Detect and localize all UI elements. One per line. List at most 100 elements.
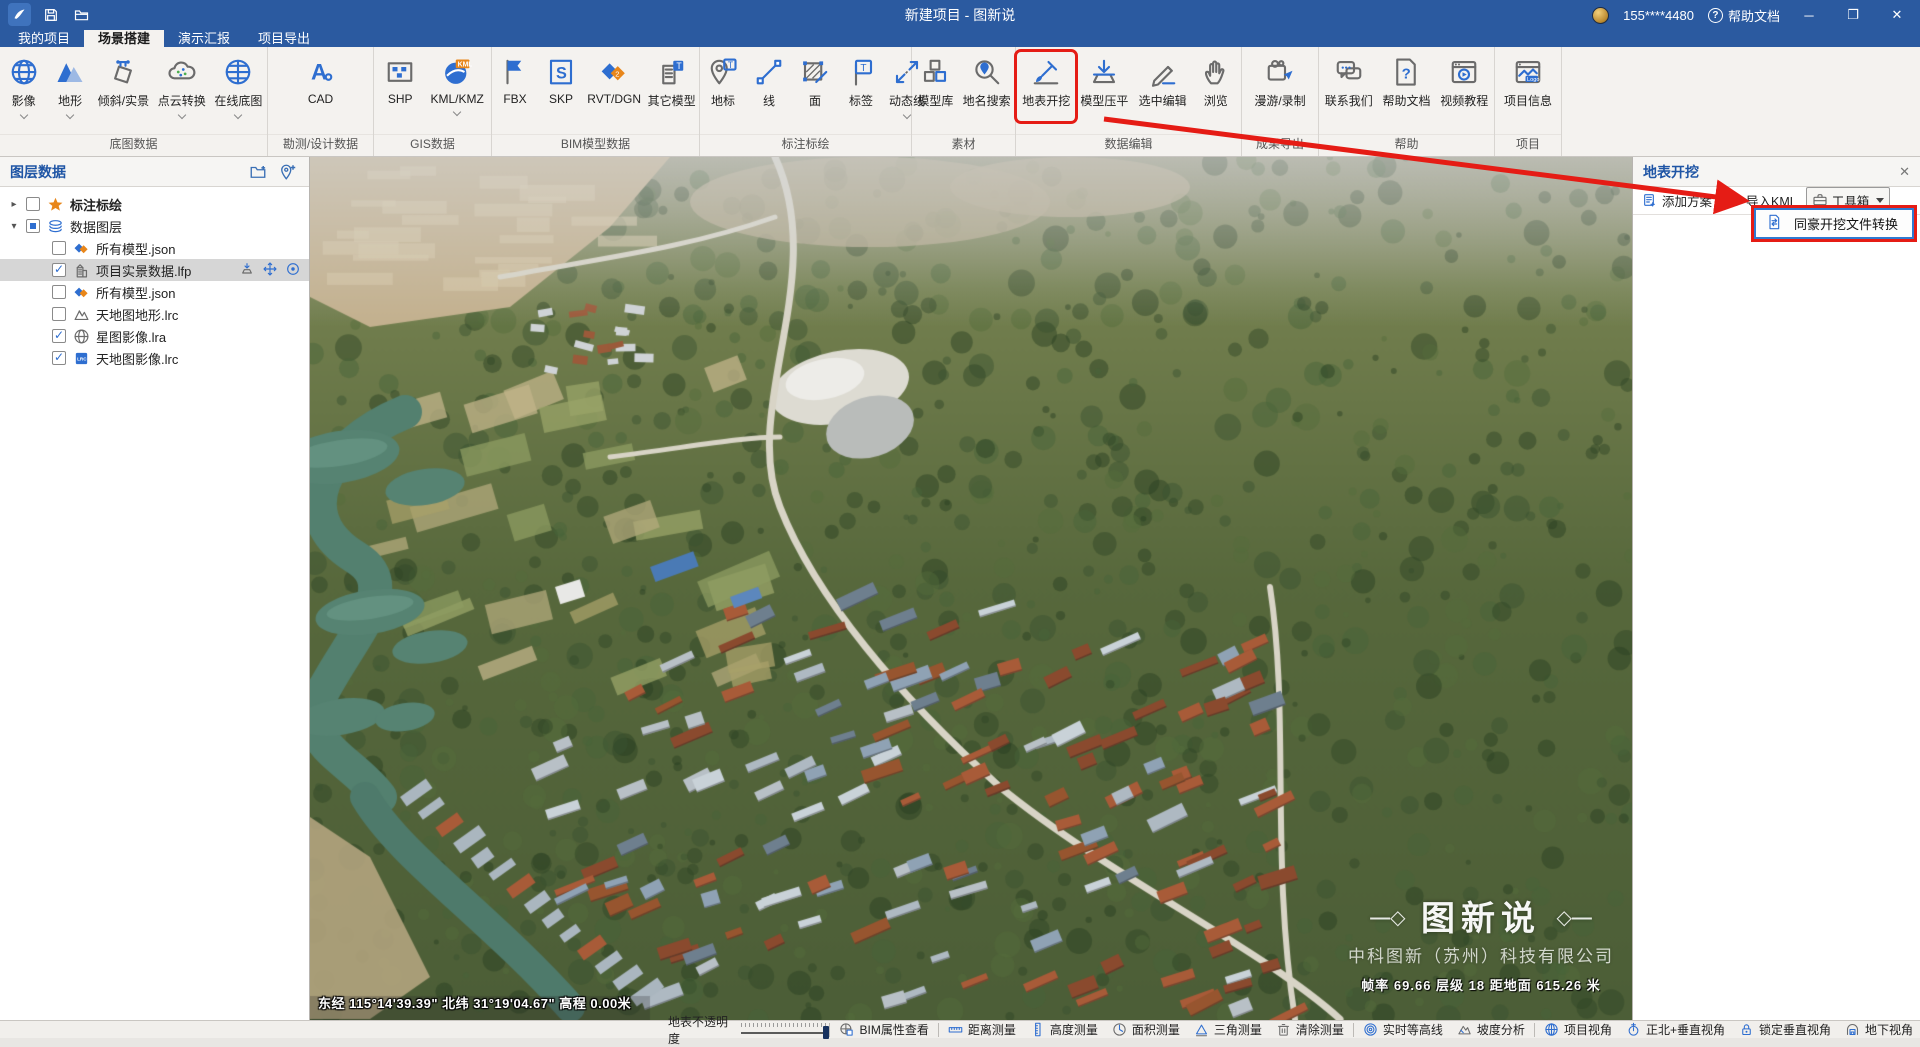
ribbon-button-RVT/DGN[interactable]: 2RVT/DGN — [584, 53, 644, 117]
layer-row-所有模型.json[interactable]: 所有模型.json — [0, 237, 309, 259]
expander-collapsed-icon[interactable]: ▸ — [8, 199, 20, 210]
ribbon-button-模型库[interactable]: 模型库 — [912, 53, 958, 120]
ribbon-group-items: 影像地形倾斜/实景点云转换在线底图 — [0, 47, 267, 134]
layer-row-标注标绘[interactable]: ▸标注标绘 — [0, 193, 309, 215]
ribbon-button-浏览[interactable]: 浏览 — [1193, 53, 1239, 120]
excavation-panel: 地表开挖 ✕ 添加方案导入KML工具箱 同豪开挖文件转换 — [1632, 157, 1920, 1020]
ribbon-button-label: SKP — [549, 92, 573, 106]
tab-场景搭建[interactable]: 场景搭建 — [84, 30, 164, 47]
status-button-坡度分析[interactable]: 坡度分析 — [1450, 1021, 1532, 1038]
ribbon-button-模型压平[interactable]: 模型压平 — [1076, 53, 1132, 120]
ribbon-button-面[interactable]: 面 — [792, 53, 838, 120]
ribbon-button-影像[interactable]: 影像 — [1, 53, 47, 120]
move-icon[interactable] — [262, 261, 278, 277]
panel-close-icon[interactable]: ✕ — [1899, 164, 1910, 180]
ribbon-button-地标[interactable]: T地标 — [700, 53, 746, 120]
excavation-panel-title: 地表开挖 — [1643, 162, 1899, 182]
ribbon-button-KML/KMZ[interactable]: KMLKML/KMZ — [426, 53, 487, 117]
ribbon-button-视频教程[interactable]: 视频教程 — [1436, 53, 1492, 120]
status-button-锁定垂直视角[interactable]: 锁定垂直视角 — [1732, 1021, 1838, 1038]
ribbon-group-项目: Logo项目信息项目 — [1495, 47, 1562, 156]
add-marker-icon[interactable] — [277, 162, 299, 182]
layer-row-星图影像.lra[interactable]: 星图影像.lra — [0, 325, 309, 347]
ribbon-button-点云转换[interactable]: 点云转换 — [154, 53, 210, 120]
ribbon-button-其它模型[interactable]: T其它模型 — [644, 53, 699, 120]
status-button-地下视角[interactable]: 地下视角 — [1838, 1021, 1920, 1038]
ribbon-button-线[interactable]: 线 — [746, 53, 792, 120]
ribbon-button-帮助文档[interactable]: ?帮助文档 — [1378, 53, 1434, 120]
ribbon-group-label: 数据编辑 — [1016, 134, 1241, 156]
layer-checkbox[interactable] — [52, 307, 66, 321]
ribbon-button-FBX[interactable]: FBX — [492, 53, 538, 117]
status-button-BIM属性查看[interactable]: BIM属性查看 — [832, 1021, 935, 1038]
layer-checkbox[interactable] — [52, 329, 66, 343]
layer-checkbox[interactable] — [26, 197, 40, 211]
ribbon-button-地名搜索[interactable]: 地名搜索 — [959, 53, 1015, 120]
status-button-面积测量[interactable]: 面积测量 — [1105, 1021, 1187, 1038]
ribbon-button-在线底图[interactable]: 在线底图 — [210, 53, 266, 120]
status-button-三角测量[interactable]: 三角测量 — [1187, 1021, 1269, 1038]
layers-panel: 图层数据 ▸标注标绘▾数据图层所有模型.json项目实景数据.lfp所有模型.j… — [0, 157, 310, 1020]
flatten-icon[interactable] — [239, 261, 255, 277]
globe-icon — [7, 55, 41, 89]
svg-text:Logo: Logo — [1527, 77, 1539, 83]
layer-checkbox[interactable] — [52, 351, 66, 365]
map-viewport[interactable]: 东经 115°14'39.39" 北纬 31°19'04.67" 高程 0.00… — [310, 157, 1632, 1020]
hand-icon — [1199, 55, 1233, 89]
globe-gray-icon — [72, 327, 90, 345]
status-button-正北+垂直视角[interactable]: 正北+垂直视角 — [1619, 1021, 1732, 1038]
minimize-button[interactable]: ─ — [1794, 8, 1824, 23]
ribbon-button-CAD[interactable]: ACAD — [298, 53, 344, 117]
status-button-高度测量[interactable]: 高度测量 — [1023, 1021, 1105, 1038]
layer-checkbox[interactable] — [52, 285, 66, 299]
status-button-label: 面积测量 — [1132, 1021, 1180, 1038]
ribbon-button-漫游/录制[interactable]: 漫游/录制 — [1250, 53, 1309, 120]
ribbon-button-label: 帮助文档 — [1382, 92, 1430, 109]
ribbon-button-SKP[interactable]: SSKP — [538, 53, 584, 117]
tab-项目导出[interactable]: 项目导出 — [244, 30, 324, 47]
locate-icon[interactable] — [285, 261, 301, 277]
status-button-距离测量[interactable]: 距离测量 — [941, 1021, 1023, 1038]
ribbon-button-项目信息[interactable]: Logo项目信息 — [1500, 53, 1556, 120]
ribbon-button-联系我们[interactable]: 联系我们 — [1321, 53, 1377, 120]
ribbon-button-label: 线 — [763, 92, 775, 109]
tab-我的项目[interactable]: 我的项目 — [4, 30, 84, 47]
toolbar-button-添加方案[interactable]: 添加方案 — [1637, 188, 1717, 213]
status-button-项目视角[interactable]: 项目视角 — [1537, 1021, 1619, 1038]
status-button-label: 项目视角 — [1564, 1021, 1612, 1038]
help-doc-link[interactable]: ? 帮助文档 — [1708, 6, 1780, 25]
add-folder-icon[interactable] — [247, 162, 269, 182]
ribbon-group-label: 标注标绘 — [700, 134, 911, 156]
status-button-label: 高度测量 — [1050, 1021, 1098, 1038]
slider-handle[interactable] — [823, 1026, 829, 1039]
layer-row-项目实景数据.lfp[interactable]: 项目实景数据.lfp — [0, 259, 309, 281]
layer-row-天地图影像.lrc[interactable]: LRC天地图影像.lrc — [0, 347, 309, 369]
ribbon-button-倾斜/实景[interactable]: 倾斜/实景 — [94, 53, 153, 120]
expander-expanded-icon[interactable]: ▾ — [8, 221, 20, 232]
tilt-icon — [106, 55, 140, 89]
layer-row-天地图地形.lrc[interactable]: 天地图地形.lrc — [0, 303, 309, 325]
ribbon-button-地形[interactable]: 地形 — [47, 53, 93, 120]
triangle-icon — [1194, 1022, 1210, 1038]
tab-演示汇报[interactable]: 演示汇报 — [164, 30, 244, 47]
lock-view-icon — [1739, 1022, 1755, 1038]
surface-opacity-slider[interactable] — [741, 1023, 827, 1037]
maximize-button[interactable]: ❐ — [1838, 7, 1868, 23]
ribbon-button-SHP[interactable]: SHP — [377, 53, 423, 117]
status-button-清除测量[interactable]: 清除测量 — [1269, 1021, 1351, 1038]
toolbar-button-label: 添加方案 — [1662, 191, 1712, 210]
map-stats: 帧率 69.66 层级 18 距地面 615.26 米 — [1348, 975, 1614, 994]
ribbon-button-label: 联系我们 — [1325, 92, 1373, 109]
account-label[interactable]: 155****4480 — [1623, 8, 1694, 23]
layer-row-所有模型.json[interactable]: 所有模型.json — [0, 281, 309, 303]
menu-item-同豪开挖文件转换[interactable]: 同豪开挖文件转换 — [1754, 208, 1914, 239]
layer-checkbox[interactable] — [26, 219, 40, 233]
layer-row-数据图层[interactable]: ▾数据图层 — [0, 215, 309, 237]
close-button[interactable]: ✕ — [1882, 7, 1912, 23]
layer-checkbox[interactable] — [52, 241, 66, 255]
ribbon-button-标签[interactable]: T标签 — [838, 53, 884, 120]
ribbon-button-地表开挖[interactable]: 地表开挖 — [1018, 53, 1074, 120]
status-button-实时等高线[interactable]: 实时等高线 — [1356, 1021, 1450, 1038]
ribbon-button-选中编辑[interactable]: 选中编辑 — [1135, 53, 1191, 120]
layer-checkbox[interactable] — [52, 263, 66, 277]
